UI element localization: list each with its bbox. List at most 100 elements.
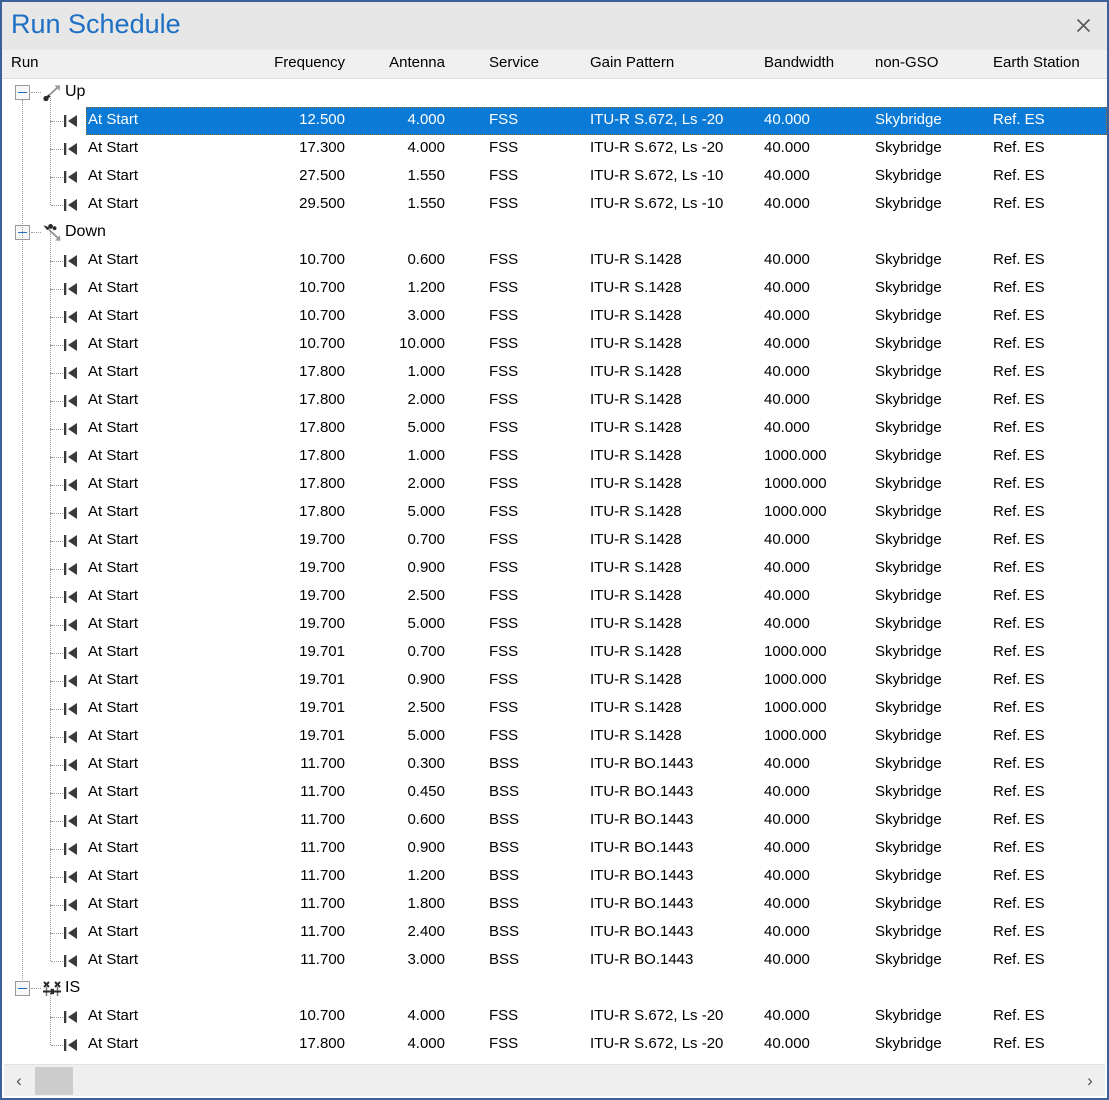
table-row[interactable]: At Start 11.700 0.600 BSS ITU-R BO.1443 40.00… [2,793,1107,835]
cell-gain_pattern: ITU-R S.1428 [590,335,682,352]
cell-antenna: 1.200 [407,867,445,884]
cell-service: FSS [489,419,519,436]
table-row[interactable]: At Start 17.800 2.000 FSS ITU-R S.1428 40.000… [2,373,1107,415]
cell-earth_station: Ref. ES [993,251,1045,268]
table-row[interactable]: At Start 11.700 2.400 BSS ITU-R BO.1443 40.00… [2,905,1107,947]
cell-earth_station: Ref. ES [993,755,1045,772]
run-schedule-tree-grid[interactable]: Up At Start 12.500 4.000 FSS ITU-R S.672, Ls … [2,79,1107,1062]
tree-group-row[interactable]: Down [2,219,1107,247]
tree-connector-line [51,625,63,627]
scroll-right-button[interactable]: › [1075,1065,1105,1096]
cell-gain_pattern: ITU-R S.1428 [590,307,682,324]
cell-non_gso: Skybridge [875,335,942,352]
cell-frequency: 19.700 [299,559,345,576]
table-row[interactable]: At Start 17.800 5.000 FSS ITU-R S.1428 1000.0… [2,485,1107,527]
table-row[interactable]: At Start 19.700 0.700 FSS ITU-R S.1428 40.000… [2,513,1107,555]
column-header-earth_station[interactable]: Earth Station [993,54,1080,71]
table-row[interactable]: At Start 19.700 0.900 FSS ITU-R S.1428 40.000… [2,541,1107,583]
cell-frequency: 10.700 [299,251,345,268]
cell-earth_station: Ref. ES [993,475,1045,492]
cell-service: BSS [489,783,520,800]
intersatellite-icon [41,978,63,1000]
cell-bandwidth: 40.000 [764,167,810,184]
cell-frequency: 10.700 [299,1007,345,1024]
table-row[interactable]: At Start 17.800 1.000 FSS ITU-R S.1428 1000.0… [2,429,1107,471]
table-row[interactable]: At Start 10.700 10.000 FSS ITU-R S.1428 40.00… [2,317,1107,359]
at-start-marker-icon [63,1010,79,1026]
table-row[interactable]: At Start 17.800 2.000 FSS ITU-R S.1428 1000.0… [2,457,1107,499]
cell-antenna: 0.900 [407,671,445,688]
scroll-left-button[interactable]: ‹ [4,1065,34,1096]
table-row[interactable]: At Start 17.800 1.000 FSS ITU-R S.1428 40.000… [2,345,1107,387]
table-row[interactable]: At Start 10.700 4.000 FSS ITU-R S.672, Ls -2… [2,989,1107,1031]
cell-frequency: 19.700 [299,587,345,604]
table-row[interactable]: At Start 17.800 5.000 FSS ITU-R S.1428 40.000… [2,401,1107,443]
cell-gain_pattern: ITU-R BO.1443 [590,923,694,940]
table-row[interactable]: At Start 11.700 0.450 BSS ITU-R BO.1443 40.00… [2,765,1107,807]
table-row[interactable]: At Start 10.700 3.000 FSS ITU-R S.1428 40.000… [2,289,1107,331]
cell-antenna: 1.550 [407,167,445,184]
tree-connector-line [51,317,63,319]
table-row[interactable]: At Start 19.701 2.500 FSS ITU-R S.1428 1000.0… [2,681,1107,723]
run-schedule-window: Run Schedule Run Frequency Antenna Service G… [0,0,1109,1100]
column-header-non_gso[interactable]: non-GSO [875,54,938,71]
tree-connector-line [50,933,52,961]
table-row[interactable]: At Start 19.700 5.000 FSS ITU-R S.1428 40.000… [2,597,1107,639]
at-start-marker-icon [63,730,79,746]
column-header-run[interactable]: Run [11,54,39,71]
cell-earth_station: Ref. ES [993,699,1045,716]
cell-frequency: 19.701 [299,671,345,688]
cell-run: At Start [88,699,139,716]
table-row[interactable]: At Start 11.700 1.800 BSS ITU-R BO.1443 40.00… [2,877,1107,919]
column-header-bandwidth[interactable]: Bandwidth [764,54,834,71]
table-row[interactable]: At Start 12.500 4.000 FSS ITU-R S.672, Ls -2… [2,93,1107,135]
cell-run: At Start [88,419,139,436]
cell-gain_pattern: ITU-R S.1428 [590,671,682,688]
table-row[interactable]: At Start 27.500 1.550 FSS ITU-R S.672, Ls -1… [2,149,1107,191]
table-row[interactable]: At Start 17.800 4.000 FSS ITU-R S.672, Ls -2… [2,1017,1107,1059]
cell-bandwidth: 1000.000 [764,503,827,520]
table-row[interactable]: At Start 10.700 1.200 FSS ITU-R S.1428 40.000… [2,261,1107,303]
cell-antenna: 5.000 [407,419,445,436]
horizontal-scrollbar[interactable]: ‹ › [4,1064,1105,1096]
cell-run: At Start [88,923,139,940]
table-row[interactable]: At Start 19.701 0.700 FSS ITU-R S.1428 1000.0… [2,625,1107,667]
cell-bandwidth: 40.000 [764,111,810,128]
cell-earth_station: Ref. ES [993,895,1045,912]
expander-collapse-icon[interactable] [15,981,30,996]
cell-bandwidth: 40.000 [764,391,810,408]
column-header-gain_pattern[interactable]: Gain Pattern [590,54,674,71]
cell-bandwidth: 40.000 [764,195,810,212]
cell-run: At Start [88,671,139,688]
cell-antenna: 10.000 [399,335,445,352]
table-row[interactable]: At Start 11.700 3.000 BSS ITU-R BO.1443 40.00… [2,933,1107,975]
cell-non_gso: Skybridge [875,279,942,296]
column-header-antenna[interactable]: Antenna [389,54,445,71]
tree-group-row[interactable]: IS [2,975,1107,1003]
table-row[interactable]: At Start 10.700 0.600 FSS ITU-R S.1428 40.000… [2,233,1107,275]
scrollbar-thumb[interactable] [35,1067,73,1095]
table-row[interactable]: At Start 11.700 1.200 BSS ITU-R BO.1443 40.00… [2,849,1107,891]
cell-run: At Start [88,587,139,604]
cell-earth_station: Ref. ES [993,559,1045,576]
table-row[interactable]: At Start 11.700 0.300 BSS ITU-R BO.1443 40.00… [2,737,1107,779]
cell-frequency: 11.700 [300,783,345,800]
expander-collapse-icon[interactable] [15,85,30,100]
table-row[interactable]: At Start 17.300 4.000 FSS ITU-R S.672, Ls -2… [2,121,1107,163]
close-button[interactable] [1061,4,1105,46]
cell-service: FSS [489,335,519,352]
tree-connector-line [51,289,63,291]
table-row[interactable]: At Start 19.701 5.000 FSS ITU-R S.1428 1000.0… [2,709,1107,751]
table-row[interactable]: At Start 19.701 0.900 FSS ITU-R S.1428 1000.0… [2,653,1107,695]
at-start-marker-icon [63,114,79,130]
tree-group-row[interactable]: Up [2,79,1107,107]
cell-non_gso: Skybridge [875,363,942,380]
column-header-service[interactable]: Service [489,54,539,71]
at-start-marker-icon [63,702,79,718]
table-row[interactable]: At Start 29.500 1.550 FSS ITU-R S.672, Ls -1… [2,177,1107,219]
cell-run: At Start [88,447,139,464]
column-header-frequency[interactable]: Frequency [274,54,345,71]
table-row[interactable]: At Start 11.700 0.900 BSS ITU-R BO.1443 40.00… [2,821,1107,863]
table-row[interactable]: At Start 19.700 2.500 FSS ITU-R S.1428 40.000… [2,569,1107,611]
at-start-marker-icon [63,534,79,550]
